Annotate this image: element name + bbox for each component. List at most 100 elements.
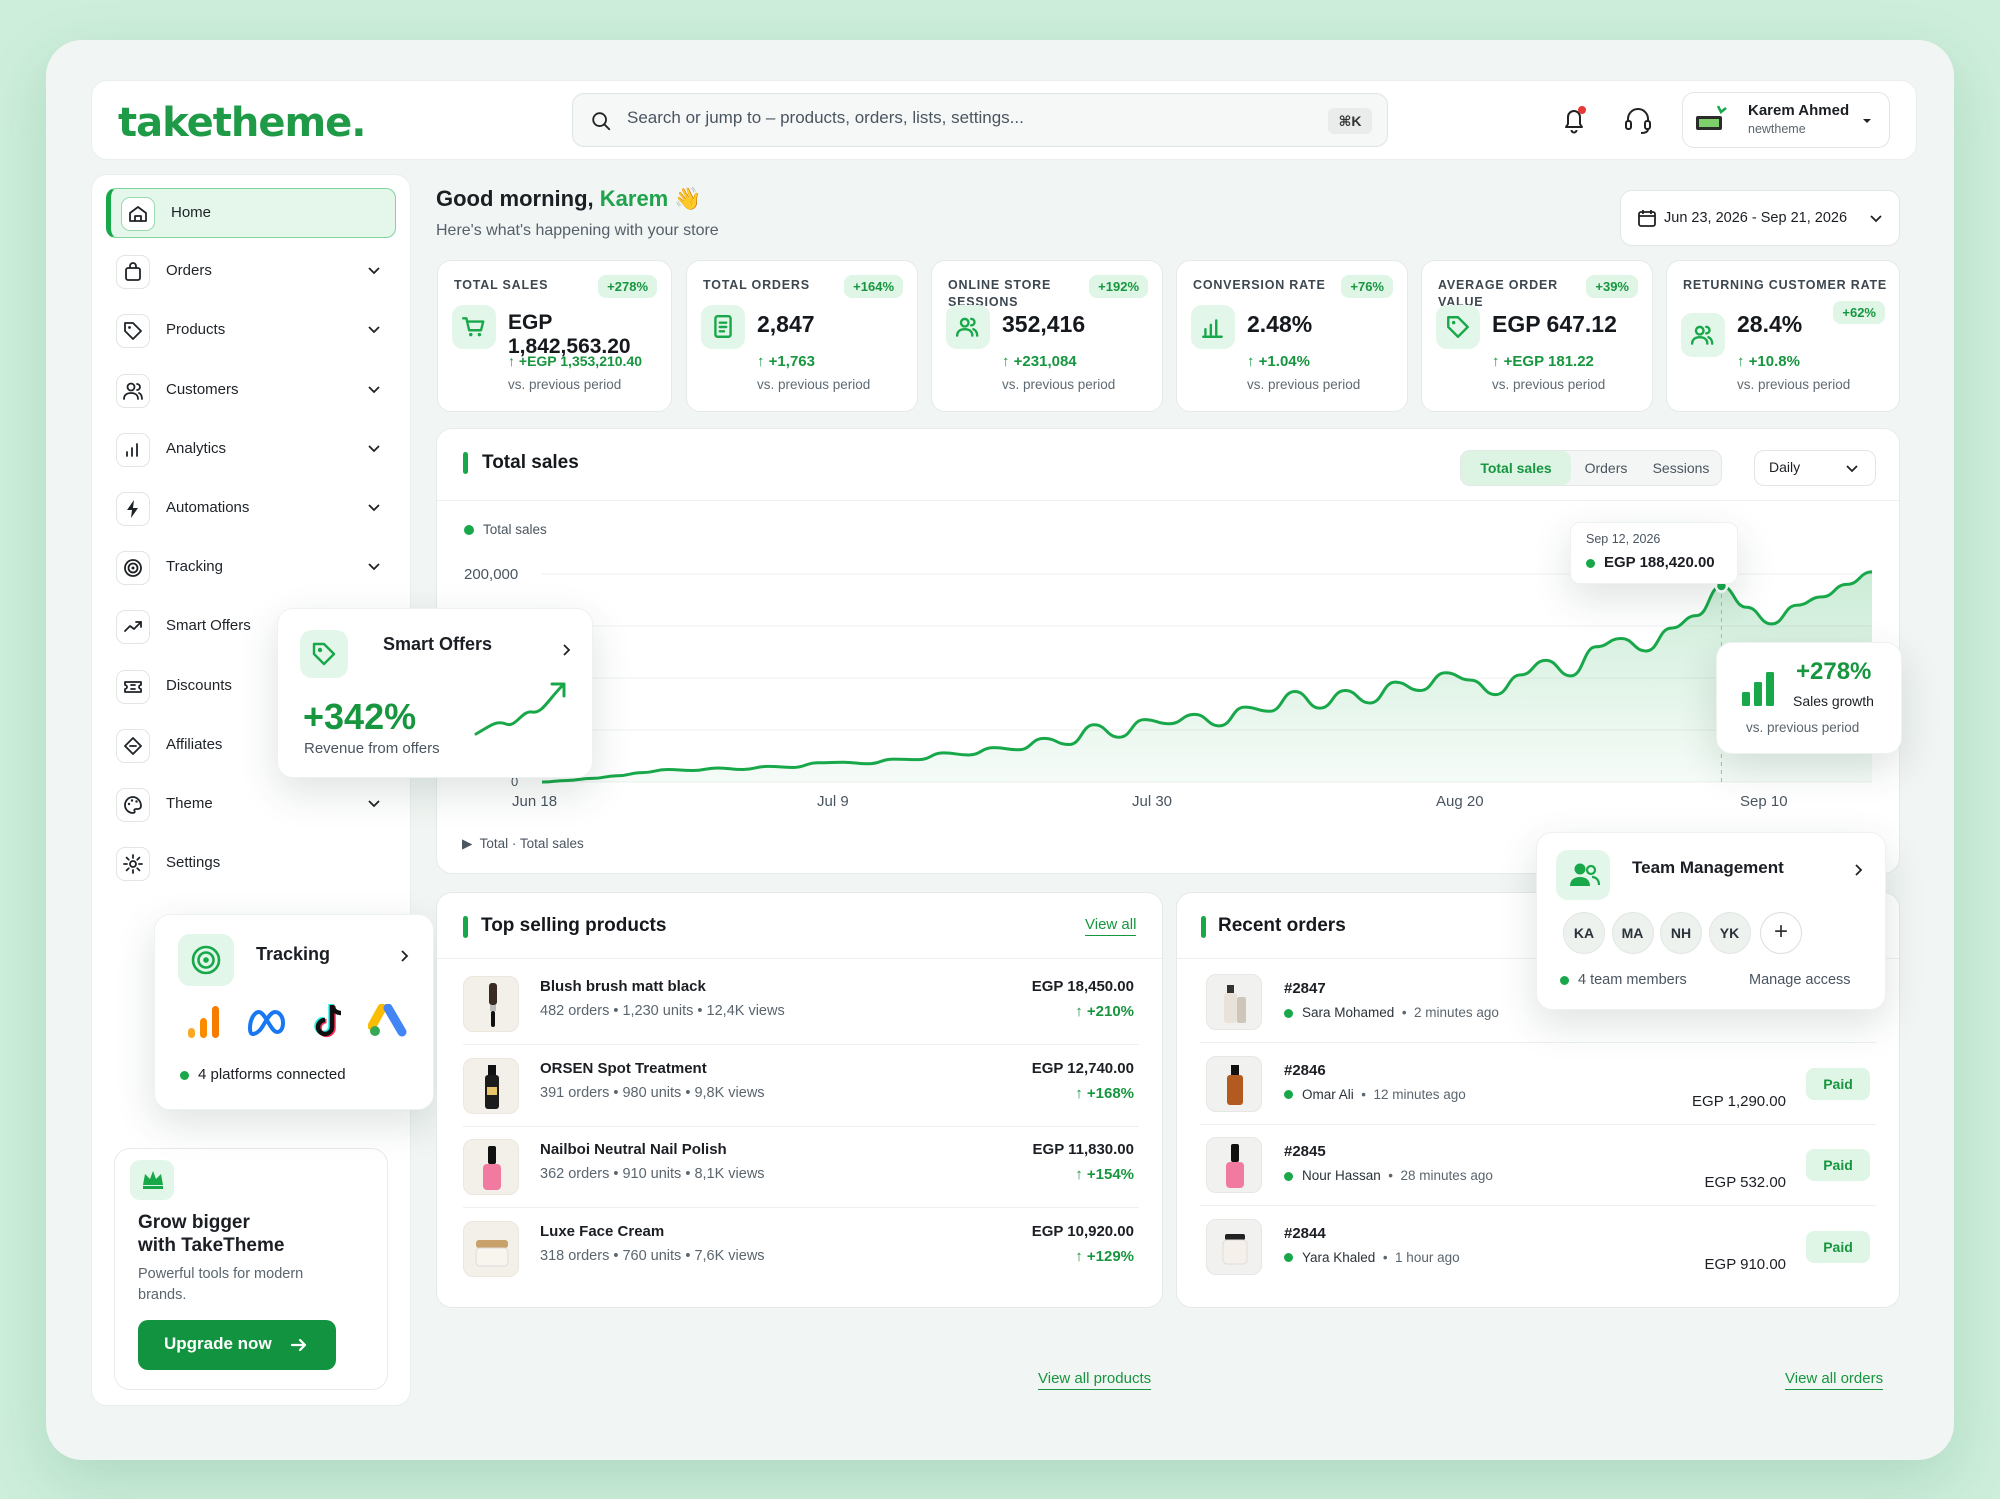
sidebar-item-settings[interactable]: Settings: [106, 839, 396, 889]
x-tick-label: Jul 9: [817, 793, 849, 810]
palette-icon: [116, 788, 150, 822]
product-growth: ↑ +210%: [1075, 1003, 1134, 1020]
meta-icon: [248, 1010, 285, 1036]
product-growth: ↑ +168%: [1075, 1085, 1134, 1102]
sidebar-item-tracking[interactable]: Tracking: [106, 543, 396, 593]
search-shortcut: ⌘K: [1328, 108, 1372, 134]
order-thumbnail: [1206, 1055, 1262, 1112]
product-thumbnail: [463, 1220, 519, 1277]
kpi-card-online-store-sessions[interactable]: ONLINE STORE SESSIONS +192% 352,416 ↑ +231,…: [931, 260, 1163, 412]
kpi-delta-value: +10.8%: [1748, 353, 1800, 370]
brand-logo[interactable]: taketheme.: [118, 100, 366, 146]
order-id: #2844: [1284, 1224, 1326, 1242]
smart-offers-value: +342%: [303, 696, 417, 737]
growth-value: +278%: [1796, 658, 1872, 685]
order-thumbnail: [1206, 974, 1262, 1030]
tooltip-dot: [1586, 558, 1595, 568]
product-revenue: EGP 11,830.00: [1032, 1141, 1134, 1158]
kpi-value: 2.48%: [1247, 311, 1313, 337]
tiktok-icon: [314, 1004, 342, 1038]
order-time: 1 hour ago: [1395, 1249, 1460, 1265]
sidebar-item-analytics[interactable]: Analytics: [106, 425, 396, 475]
chart-footer[interactable]: ▶ Total · Total sales: [462, 836, 584, 852]
tooltip-date: Sep 12, 2026: [1586, 532, 1661, 546]
tag-icon: [312, 642, 336, 666]
add-member-button[interactable]: +: [1760, 912, 1802, 954]
kpi-value: EGP 1,842,563.20: [508, 311, 631, 358]
kpi-comparison: vs. previous period: [1737, 377, 1851, 392]
section-accent: [463, 452, 468, 474]
view-all-products-footer-link[interactable]: View all products: [1038, 1370, 1152, 1390]
greeting: Good morning, Karem 👋: [436, 186, 702, 212]
manage-access-link[interactable]: Manage access: [1749, 972, 1851, 988]
kpi-delta-value: +1.04%: [1258, 353, 1310, 370]
tab-sessions[interactable]: Sessions: [1641, 451, 1721, 485]
kpi-change-badge: +76%: [1341, 275, 1393, 298]
kpi-card-total-sales[interactable]: TOTAL SALES +278% EGP 1,842,563.20 ↑ +EGP 1…: [437, 260, 672, 412]
kpi-change-badge: +192%: [1089, 275, 1148, 298]
arrow-up-icon: ↑: [1002, 353, 1010, 370]
kpi-title: TOTAL ORDERS: [703, 278, 810, 292]
calendar-icon: [1638, 210, 1656, 227]
divider: [463, 1125, 1139, 1127]
view-all-orders-link[interactable]: View all orders: [1785, 1370, 1884, 1390]
users-icon: [116, 373, 150, 408]
search-icon: [592, 112, 611, 131]
sidebar-item-automations[interactable]: Automations: [106, 484, 396, 534]
upgrade-button-label: Upgrade now: [164, 1334, 272, 1353]
tab-total-sales[interactable]: Total sales: [1461, 451, 1571, 485]
greeting-subtitle: Here's what's happening with your store: [436, 222, 719, 239]
product-growth-value: +168%: [1086, 1084, 1134, 1102]
avatar[interactable]: NH: [1660, 912, 1702, 954]
users-icon: [1570, 863, 1600, 886]
sidebar-item-orders[interactable]: Orders: [106, 247, 396, 297]
crown-icon: [143, 1171, 163, 1189]
sidebar-item-label: Smart Offers: [166, 617, 251, 635]
avatar[interactable]: MA: [1611, 912, 1654, 954]
kpi-title: TOTAL SALES: [454, 278, 549, 292]
status-dot: [1284, 1008, 1293, 1018]
sidebar-item-products[interactable]: Products: [106, 306, 396, 356]
gear-icon: [116, 847, 150, 882]
tab-orders[interactable]: Orders: [1573, 451, 1639, 485]
bell-icon[interactable]: [1554, 100, 1594, 140]
chevron-down-icon: [368, 326, 380, 334]
chevron-down-icon: [368, 445, 380, 453]
kpi-change-badge: +62%: [1833, 301, 1885, 324]
view-all-products-link[interactable]: View all: [1085, 916, 1137, 936]
product-name: Nailboi Neutral Nail Polish: [540, 1141, 727, 1158]
x-tick-label: Sep 10: [1740, 793, 1788, 810]
product-stats: 391 orders • 980 units • 9,8K views: [540, 1084, 765, 1101]
sidebar-item-label: Orders: [166, 262, 212, 280]
kpi-card-average-order-value[interactable]: AVERAGE ORDER VALUE +39% EGP 647.12 ↑ +EGP …: [1421, 260, 1653, 412]
sidebar-item-home[interactable]: Home: [106, 188, 396, 238]
link-icon: [116, 728, 150, 763]
kpi-card-conversion-rate[interactable]: CONVERSION RATE +76% 2.48% ↑ +1.04% vs. prev…: [1176, 260, 1408, 412]
bolt-icon: [116, 492, 150, 526]
google-ads-icon: [368, 1004, 407, 1037]
avatar[interactable]: YK: [1708, 912, 1751, 954]
area-fill: [542, 571, 1872, 782]
product-stats: 362 orders • 910 units • 8,1K views: [540, 1166, 765, 1182]
avatar[interactable]: KA: [1563, 912, 1605, 954]
bar-chart-icon: [1191, 305, 1235, 349]
kpi-card-returning-customer-rate[interactable]: RETURNING CUSTOMER RATE +62% 28.4% ↑ +10.8%…: [1666, 260, 1900, 412]
kpi-value: 352,416: [1002, 311, 1086, 337]
home-icon: [121, 197, 155, 231]
headset-icon[interactable]: [1618, 100, 1658, 140]
kpi-title: RETURNING CUSTOMER RATE: [1683, 278, 1888, 292]
sidebar-item-customers[interactable]: Customers: [106, 366, 396, 416]
product-revenue: EGP 12,740.00: [1031, 1059, 1134, 1077]
sidebar-item-theme[interactable]: Theme: [106, 780, 396, 830]
kpi-change-badge: +278%: [598, 275, 657, 298]
ticket-icon: [116, 669, 150, 704]
arrow-up-icon: ↑: [508, 353, 515, 369]
kpi-delta: ↑ +1,763: [757, 353, 815, 370]
order-thumbnail: [1206, 1137, 1262, 1193]
kpi-card-total-orders[interactable]: TOTAL ORDERS +164% 2,847 ↑ +1,763 vs. previo…: [686, 260, 918, 412]
order-id: #2847: [1284, 980, 1326, 997]
order-id: #2845: [1284, 1143, 1326, 1160]
cart-icon: [452, 305, 496, 349]
divider: [463, 1044, 1139, 1045]
sidebar-item-label: Tracking: [166, 558, 223, 576]
